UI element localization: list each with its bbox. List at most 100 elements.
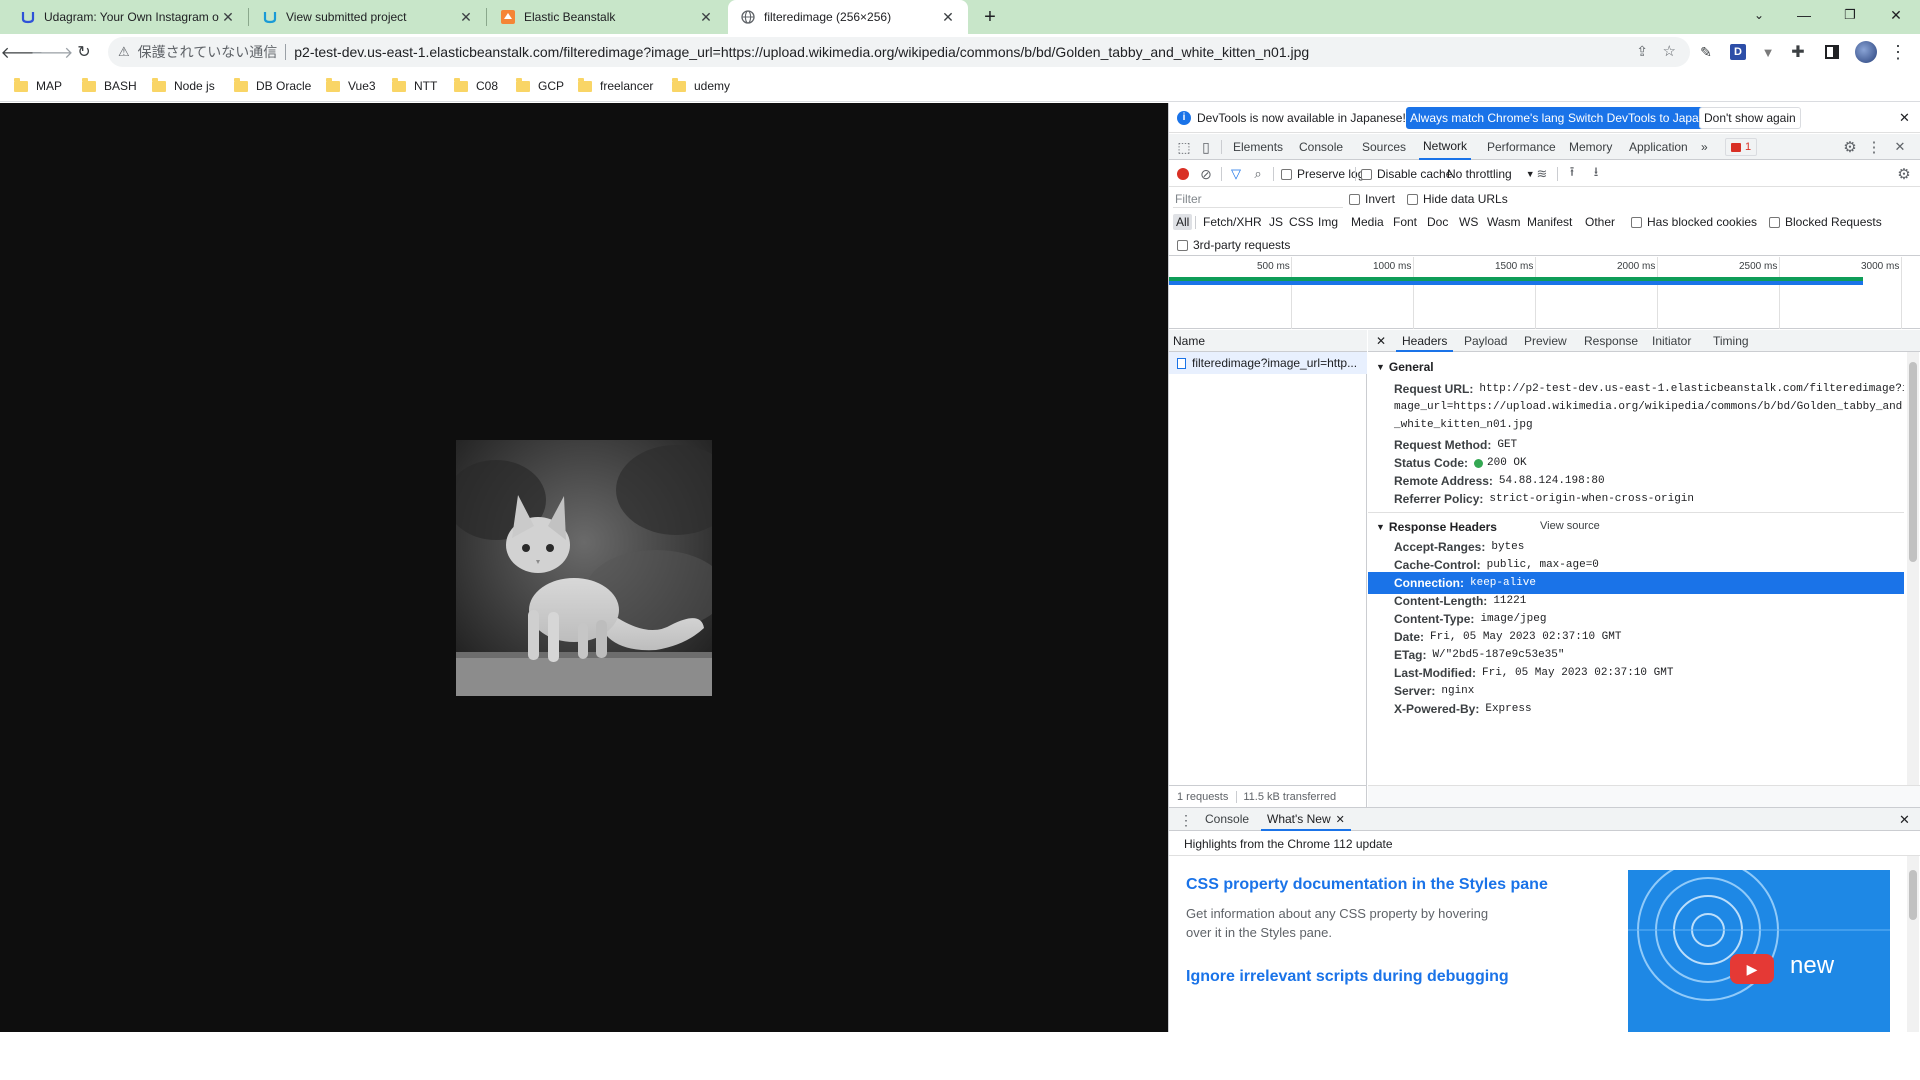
response-headers-section-header[interactable]: ▼ Response Headers xyxy=(1368,516,1497,538)
type-filter-doc[interactable]: Doc xyxy=(1427,215,1448,229)
close-icon[interactable]: ✕ xyxy=(1376,334,1386,348)
tab-initiator[interactable]: Initiator xyxy=(1652,330,1691,352)
tab-timing[interactable]: Timing xyxy=(1713,330,1749,352)
avatar[interactable] xyxy=(1852,38,1880,66)
throttling-select[interactable]: No throttling ▼ xyxy=(1447,167,1535,181)
kebab-menu-icon[interactable]: ⋮ xyxy=(1884,38,1912,66)
eyedropper-icon[interactable]: ✎ xyxy=(1692,38,1720,66)
bookmark-star-icon[interactable]: ☆ xyxy=(1663,42,1676,60)
import-har-icon[interactable]: ⭱ xyxy=(1563,164,1581,183)
minimize-button[interactable]: — xyxy=(1781,0,1827,30)
device-toolbar-icon[interactable]: ▯ xyxy=(1197,138,1215,156)
bookmark-db-oracle[interactable]: DB Oracle xyxy=(234,77,311,95)
tab-sources[interactable]: Sources xyxy=(1362,134,1406,160)
settings-gear-icon[interactable]: ⚙ xyxy=(1841,138,1859,156)
url-text[interactable]: p2-test-dev.us-east-1.elasticbeanstalk.c… xyxy=(294,44,1309,60)
type-filter-font[interactable]: Font xyxy=(1393,215,1417,229)
type-filter-manifest[interactable]: Manifest xyxy=(1527,215,1572,229)
view-source-link[interactable]: View source xyxy=(1540,520,1600,532)
scrollbar-thumb[interactable] xyxy=(1909,362,1917,562)
preserve-log-checkbox[interactable]: Preserve log xyxy=(1281,167,1364,181)
video-thumbnail[interactable]: ▶ new xyxy=(1628,870,1890,1032)
article-link-ignore-scripts[interactable]: Ignore irrelevant scripts during debuggi… xyxy=(1186,968,1509,986)
type-filter-img[interactable]: Img xyxy=(1318,215,1338,229)
tab-headers[interactable]: Headers xyxy=(1396,330,1454,352)
close-devtools-icon[interactable]: ✕ xyxy=(1891,138,1909,156)
extension-v-icon[interactable]: ▼ xyxy=(1754,38,1782,66)
type-filter-js[interactable]: JS xyxy=(1269,215,1283,229)
close-icon[interactable]: ✕ xyxy=(698,9,714,26)
restore-button[interactable]: ❐ xyxy=(1827,0,1873,30)
share-icon[interactable]: ⇪ xyxy=(1636,43,1648,60)
request-row[interactable]: filteredimage?image_url=http... xyxy=(1169,352,1367,374)
tab-payload[interactable]: Payload xyxy=(1464,330,1507,352)
search-icon[interactable]: ⌕ xyxy=(1249,165,1267,183)
more-tabs-icon[interactable]: » xyxy=(1701,134,1708,160)
type-filter-media[interactable]: Media xyxy=(1351,215,1384,229)
reload-button[interactable]: ↻ xyxy=(70,38,98,66)
third-party-checkbox[interactable]: 3rd-party requests xyxy=(1177,238,1290,252)
warning-icon[interactable]: ⚠ xyxy=(118,44,130,60)
bookmark-bash[interactable]: BASH xyxy=(82,77,137,95)
inspect-element-icon[interactable]: ⬚ xyxy=(1175,138,1193,156)
side-panel-icon[interactable] xyxy=(1818,38,1846,66)
close-icon[interactable]: ✕ xyxy=(1336,814,1345,826)
scrollbar-thumb[interactable] xyxy=(1909,870,1917,920)
network-settings-gear-icon[interactable]: ⚙ xyxy=(1895,165,1913,183)
invert-checkbox[interactable]: Invert xyxy=(1349,192,1395,206)
dont-show-again-button[interactable]: Don't show again xyxy=(1699,107,1801,129)
checkbox[interactable] xyxy=(1177,239,1188,251)
extension-d-icon[interactable]: D xyxy=(1724,38,1752,66)
type-filter-fetch-xhr[interactable]: Fetch/XHR xyxy=(1203,215,1262,229)
close-icon[interactable]: ✕ xyxy=(220,9,236,26)
general-section-header[interactable]: ▼ General xyxy=(1368,356,1434,378)
tab-view-submitted[interactable]: View submitted project ✕ xyxy=(250,0,486,34)
has-blocked-cookies-checkbox[interactable]: Has blocked cookies xyxy=(1631,215,1757,229)
filter-input[interactable]: Filter xyxy=(1173,190,1343,208)
tab-console[interactable]: Console xyxy=(1299,134,1343,160)
checkbox[interactable] xyxy=(1407,193,1418,205)
record-icon[interactable] xyxy=(1177,168,1189,180)
tab-search-button[interactable]: ⌄ xyxy=(1736,0,1782,30)
tab-elements[interactable]: Elements xyxy=(1233,134,1283,160)
column-header-name[interactable]: Name xyxy=(1169,330,1367,352)
tab-preview[interactable]: Preview xyxy=(1524,330,1567,352)
address-bar[interactable]: ⚠ 保護されていない通信 p2-test-dev.us-east-1.elast… xyxy=(108,37,1690,67)
close-window-button[interactable]: ✕ xyxy=(1873,0,1919,30)
checkbox[interactable] xyxy=(1631,216,1642,228)
puzzle-icon[interactable]: ✚ xyxy=(1784,38,1812,66)
clear-icon[interactable]: ⊘ xyxy=(1197,165,1215,183)
tab-performance[interactable]: Performance xyxy=(1487,134,1556,160)
checkbox[interactable] xyxy=(1769,216,1780,228)
tab-memory[interactable]: Memory xyxy=(1569,134,1612,160)
network-conditions-icon[interactable]: ≋ xyxy=(1533,165,1551,183)
type-filter-ws[interactable]: WS xyxy=(1459,215,1478,229)
type-filter-wasm[interactable]: Wasm xyxy=(1487,215,1521,229)
bookmark-udemy[interactable]: udemy xyxy=(672,77,730,95)
bookmark-gcp[interactable]: GCP xyxy=(516,77,564,95)
close-icon[interactable]: ✕ xyxy=(1899,110,1910,126)
horizontal-scrollbar[interactable] xyxy=(1368,785,1920,807)
type-filter-css[interactable]: CSS xyxy=(1289,215,1314,229)
forward-button[interactable]: 🡒 xyxy=(31,38,74,66)
blocked-requests-checkbox[interactable]: Blocked Requests xyxy=(1769,215,1882,229)
vertical-scrollbar[interactable] xyxy=(1907,352,1919,785)
bookmark-c08[interactable]: C08 xyxy=(454,77,498,95)
drawer-tab-whats-new[interactable]: What's New ✕ xyxy=(1261,808,1351,831)
export-har-icon[interactable]: ⭳ xyxy=(1587,164,1605,183)
youtube-play-icon[interactable]: ▶ xyxy=(1730,954,1774,984)
tab-network[interactable]: Network xyxy=(1419,134,1472,160)
bookmark-vue3[interactable]: Vue3 xyxy=(326,77,376,95)
article-link-css-docs[interactable]: CSS property documentation in the Styles… xyxy=(1186,876,1548,894)
tab-elastic-beanstalk[interactable]: Elastic Beanstalk ✕ xyxy=(488,0,726,34)
drawer-menu-icon[interactable]: ⋮ xyxy=(1179,812,1193,829)
drawer-tab-console[interactable]: Console xyxy=(1205,808,1249,831)
kebab-menu-icon[interactable]: ⋮ xyxy=(1865,138,1883,156)
tab-application[interactable]: Application xyxy=(1629,134,1688,160)
bookmark-freelancer[interactable]: freelancer xyxy=(578,77,653,95)
type-filter-all[interactable]: All xyxy=(1173,214,1193,230)
security-label[interactable]: 保護されていない通信 xyxy=(138,42,278,62)
bookmark-ntt[interactable]: NTT xyxy=(392,77,437,95)
checkbox[interactable] xyxy=(1349,193,1360,205)
close-icon[interactable]: ✕ xyxy=(940,9,956,26)
